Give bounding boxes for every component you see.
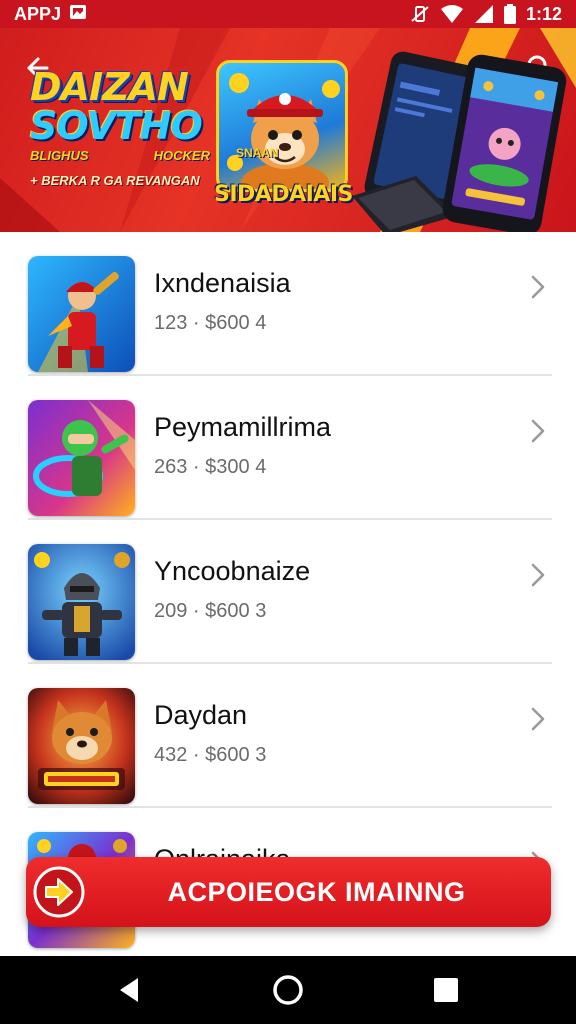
game-name: Peymamillrima [154, 412, 332, 442]
app-screen: APPJ 1:12 DAIZAN SOVTHO BLIGHUS HOCKER +… [0, 0, 576, 1024]
fox-icon [28, 688, 135, 804]
mascot-title: SIDADAIAIS [214, 182, 353, 207]
nav-home-button[interactable] [270, 972, 306, 1008]
wifi-icon [440, 4, 464, 24]
cta-button[interactable]: ACPOIEOGK IMAINNG [26, 857, 551, 927]
list-item[interactable]: Peymamillrima 263 · $300 4 [0, 376, 576, 520]
game-logo: DAIZAN SOVTHO BLIGHUS HOCKER + BERKA R G… [30, 68, 210, 188]
logo-subtitle-right: HOCKER [153, 148, 210, 163]
battery-icon [503, 4, 516, 24]
mascot-small-title: SNAAN [236, 146, 279, 160]
signal-icon [474, 4, 494, 24]
hero-icon [28, 256, 135, 372]
nav-recents-button[interactable] [428, 972, 464, 1008]
triangle-back-icon [120, 978, 138, 1002]
logo-subtitle: BLIGHUS HOCKER [30, 148, 210, 163]
chevron-right-icon [531, 275, 545, 299]
game-name: Ixndenaisia [154, 268, 291, 298]
logo-title-line-1: DAIZAN [30, 65, 189, 109]
game-name: Yncoobnaize [154, 556, 311, 586]
game-list: Ixndenaisia 123 · $600 4 Peymamillrima 2… [0, 232, 576, 952]
status-app-label: APPJ [14, 3, 62, 24]
chevron-right-icon [531, 563, 545, 587]
circle-home-icon [273, 975, 303, 1005]
banner-tagline: + BERKA R GA REVANGAN [30, 173, 200, 188]
play-arrow-icon [33, 866, 85, 918]
vibrate-icon [410, 4, 430, 24]
knight-icon [28, 544, 135, 660]
list-item[interactable]: Ixndenaisia 123 · $600 4 [0, 232, 576, 376]
list-item[interactable]: Yncoobnaize 209 · $600 3 [0, 520, 576, 664]
gallery-notification-icon [69, 3, 87, 26]
promo-banner[interactable]: DAIZAN SOVTHO BLIGHUS HOCKER + BERKA R G… [0, 28, 576, 232]
game-meta: 123 · $600 4 [154, 312, 267, 334]
logo-title-line-2: SOVTHO [30, 104, 203, 148]
list-item[interactable]: Daydan 432 · $600 3 [0, 664, 576, 808]
mascot-illustration [216, 60, 348, 192]
devices-illustration [352, 51, 567, 232]
chevron-right-icon [531, 419, 545, 443]
status-time: 1:12 [525, 3, 562, 24]
square-recents-icon [434, 978, 458, 1002]
game-meta: 432 · $600 3 [154, 744, 267, 766]
nav-back-button[interactable] [112, 972, 148, 1008]
cta-label: ACPOIEOGK IMAINNG [167, 877, 466, 907]
logo-subtitle-left: BLIGHUS [30, 148, 89, 163]
game-meta: 209 · $600 3 [154, 600, 267, 622]
status-bar: APPJ 1:12 [0, 0, 576, 28]
game-name: Daydan [154, 700, 248, 730]
system-nav-bar [0, 956, 576, 1024]
robot-icon [28, 400, 135, 516]
game-meta: 263 · $300 4 [154, 456, 267, 478]
chevron-right-icon [531, 707, 545, 731]
